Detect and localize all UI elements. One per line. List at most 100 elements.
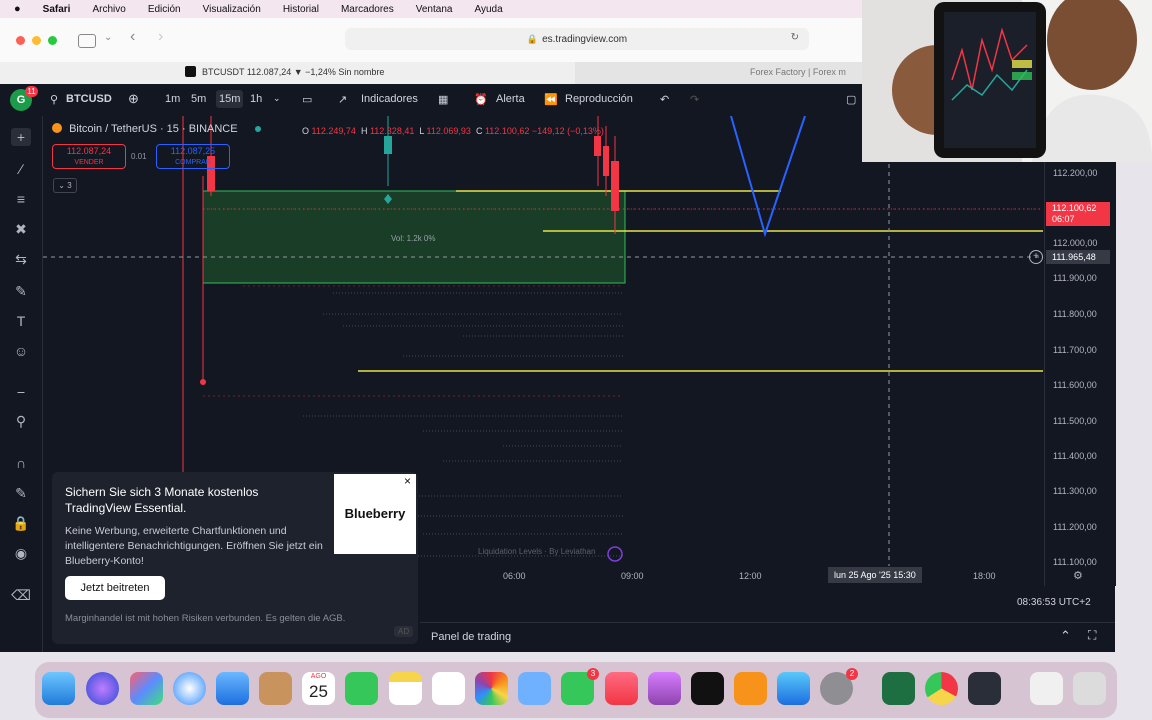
symbol-search-button[interactable]: BTCUSD (66, 93, 112, 105)
alert-button[interactable]: Alerta (496, 93, 525, 105)
maps-icon[interactable] (518, 672, 551, 705)
close-window-button[interactable] (16, 36, 25, 45)
sell-button[interactable]: 112.087,24 VENDER (52, 144, 126, 169)
search-icon[interactable]: ⚲ (50, 93, 58, 106)
settings-icon[interactable]: ⚙ (1073, 569, 1083, 582)
legend-title: Bitcoin / TetherUS · 15 · BINANCE (69, 123, 238, 135)
books-icon[interactable] (734, 672, 767, 705)
reminders-icon[interactable] (432, 672, 465, 705)
chevron-down-icon[interactable]: ⌄ (273, 93, 281, 104)
reload-icon[interactable]: ↻ (791, 32, 799, 43)
compare-icon[interactable]: ⊕ (128, 91, 139, 107)
back-icon[interactable]: ‹ (130, 28, 135, 46)
calendar-icon[interactable]: AGO 25 (302, 672, 335, 705)
time-label: 09:00 (621, 571, 644, 581)
close-popup-button[interactable]: × (401, 475, 414, 488)
add-alert-icon[interactable]: + (1029, 250, 1043, 264)
tab-tradingview[interactable]: BTCUSDT 112.087,24 ▼ −1,24% Sin nombre (185, 66, 384, 77)
chrome-icon[interactable] (925, 672, 958, 705)
redo-icon[interactable]: ↷ (690, 93, 699, 106)
price-scale[interactable]: 112.200,00 112.000,00 111.900,00 111.800… (1044, 116, 1116, 586)
tv-icon[interactable] (691, 672, 724, 705)
messages-icon[interactable] (345, 672, 378, 705)
menu-marcadores[interactable]: Marcadores (341, 4, 394, 15)
chevron-down-icon[interactable]: ⌄ (104, 32, 112, 43)
mail-icon[interactable] (216, 672, 249, 705)
safari-icon[interactable] (173, 672, 206, 705)
pitchfork-icon[interactable]: ✖ (11, 220, 31, 238)
finder-icon[interactable] (42, 672, 75, 705)
menu-ayuda[interactable]: Ayuda (474, 4, 502, 15)
forward-icon[interactable]: › (158, 28, 163, 46)
drawing-toolbar: + ∕ ≡ ✖ ⇆ ✎ T ☺ ⎯ ⚲ ∩ ✎ 🔒 ◉ ⌫ (0, 116, 43, 652)
contacts-icon[interactable] (259, 672, 292, 705)
minimize-window-button[interactable] (32, 36, 41, 45)
indicators-button[interactable]: Indicadores (361, 93, 418, 105)
menu-safari[interactable]: Safari (43, 4, 71, 15)
trash-icon[interactable] (1073, 672, 1106, 705)
timeframe-5m[interactable]: 5m (191, 93, 206, 105)
price-label: 111.200,00 (1053, 522, 1097, 532)
obs-icon[interactable] (968, 672, 1001, 705)
layout-icon[interactable]: ▢ (846, 93, 856, 106)
excel-icon[interactable] (882, 672, 915, 705)
photos-icon[interactable] (475, 672, 508, 705)
trash-icon[interactable]: ⌫ (11, 586, 31, 604)
indicators-collapse-button[interactable]: ⌄ 3 (53, 178, 77, 193)
podcasts-icon[interactable] (648, 672, 681, 705)
zoom-window-button[interactable] (48, 36, 57, 45)
downloads-icon[interactable] (1030, 672, 1063, 705)
timeframe-1m[interactable]: 1m (165, 93, 180, 105)
candle-type-icon[interactable]: ▭ (302, 93, 312, 106)
text-tool-icon[interactable]: T (11, 312, 31, 330)
lock-drawings-icon[interactable]: ✎ (11, 484, 31, 502)
clock[interactable]: 08:36:53 UTC+2 (1017, 597, 1091, 608)
templates-icon[interactable]: ▦ (438, 93, 448, 106)
music-icon[interactable] (605, 672, 638, 705)
facetime-badge: 3 (587, 668, 599, 680)
notes-icon[interactable] (389, 672, 422, 705)
magnet-icon[interactable]: ∩ (11, 454, 31, 472)
apple-icon[interactable]: ● (14, 3, 21, 15)
brush-icon[interactable]: ✎ (11, 282, 31, 300)
chevron-up-icon[interactable]: ⌃ (1060, 628, 1071, 644)
app-store-icon[interactable] (777, 672, 810, 705)
horizontal-lines-icon[interactable]: ≡ (11, 190, 31, 208)
menu-ventana[interactable]: Ventana (416, 4, 453, 15)
menu-archivo[interactable]: Archivo (92, 4, 125, 15)
visibility-icon[interactable]: ◉ (11, 544, 31, 562)
buy-button[interactable]: 112.087,25 COMPRAR (156, 144, 230, 169)
fib-icon[interactable]: ⇆ (11, 250, 31, 268)
replay-button[interactable]: Reproducción (565, 93, 633, 105)
crosshair-icon[interactable]: + (11, 128, 31, 146)
ruler-icon[interactable]: ⎯ (11, 382, 31, 400)
address-bar[interactable]: 🔒 es.tradingview.com ↻ (345, 28, 809, 50)
launchpad-icon[interactable] (130, 672, 163, 705)
time-label: 12:00 (739, 571, 762, 581)
join-button[interactable]: Jetzt beitreten (65, 576, 165, 600)
timeframe-15m[interactable]: 15m (216, 90, 244, 108)
indicators-icon: ↗ (338, 94, 348, 106)
trend-line-icon[interactable]: ∕ (11, 160, 31, 178)
notification-badge: 11 (25, 86, 38, 97)
menu-historial[interactable]: Historial (283, 4, 319, 15)
menu-visualizacion[interactable]: Visualización (203, 4, 261, 15)
tab-forexfactory[interactable]: Forex Factory | Forex m (575, 62, 862, 84)
tv-top-toolbar: G 11 ⚲ BTCUSD ⊕ 1m 5m 15m 1h ⌄ ▭ ↗ Indic… (0, 84, 862, 117)
sidebar-icon[interactable] (78, 34, 96, 48)
chevron-down-icon: ⌄ (58, 181, 65, 190)
emoji-icon[interactable]: ☺ (11, 342, 31, 360)
lock-icon: 🔒 (526, 33, 539, 44)
maximize-icon[interactable]: ⛶ (1088, 628, 1096, 643)
siri-icon[interactable] (86, 672, 119, 705)
trading-panel-tab[interactable]: Panel de trading (431, 631, 511, 643)
undo-icon[interactable]: ↶ (660, 93, 669, 106)
chart-legend[interactable]: Bitcoin / TetherUS · 15 · BINANCE (52, 123, 269, 135)
price-label: 111.300,00 (1053, 486, 1097, 496)
crosshair-price-tag: 111.965,48 (1046, 250, 1110, 264)
timeframe-1h[interactable]: 1h (250, 93, 262, 105)
lock-icon[interactable]: 🔒 (11, 514, 31, 532)
zoom-icon[interactable]: ⚲ (11, 412, 31, 430)
price-label: 112.200,00 (1053, 168, 1098, 178)
menu-edicion[interactable]: Edición (148, 4, 181, 15)
